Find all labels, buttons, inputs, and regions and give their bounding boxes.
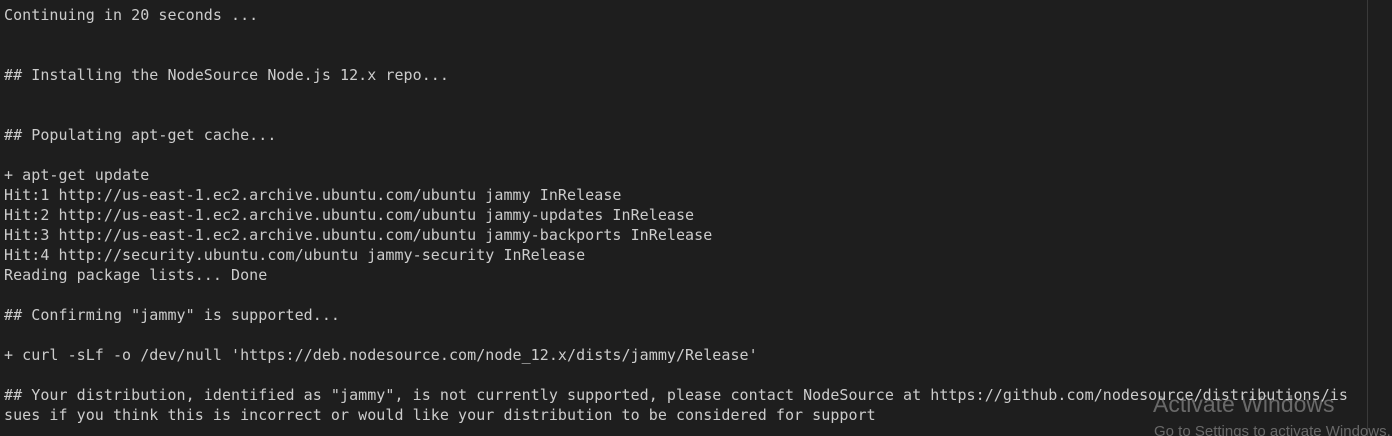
terminal-output[interactable]: Continuing in 20 seconds ... ## Installi… [0,0,1368,436]
terminal-line: ## Confirming "jammy" is supported... [4,306,340,324]
terminal-line: Hit:3 http://us-east-1.ec2.archive.ubunt… [4,226,713,244]
terminal-line: Hit:1 http://us-east-1.ec2.archive.ubunt… [4,186,622,204]
vertical-scrollbar[interactable] [1367,0,1392,436]
terminal-line: ## Installing the NodeSource Node.js 12.… [4,66,449,84]
terminal-line: Hit:2 http://us-east-1.ec2.archive.ubunt… [4,206,695,224]
terminal-line: + apt-get update [4,166,150,184]
terminal-line: ## Your distribution, identified as "jam… [4,386,1348,404]
terminal-lines: Continuing in 20 seconds ... ## Installi… [4,5,1348,425]
terminal-line: Hit:4 http://security.ubuntu.com/ubuntu … [4,246,586,264]
terminal-line: + curl -sLf -o /dev/null 'https://deb.no… [4,346,758,364]
terminal-line: Continuing in 20 seconds ... [4,6,259,24]
terminal-line: ## Populating apt-get cache... [4,126,277,144]
terminal-line: sues if you think this is incorrect or w… [4,406,876,424]
terminal-line: Reading package lists... Done [4,266,268,284]
